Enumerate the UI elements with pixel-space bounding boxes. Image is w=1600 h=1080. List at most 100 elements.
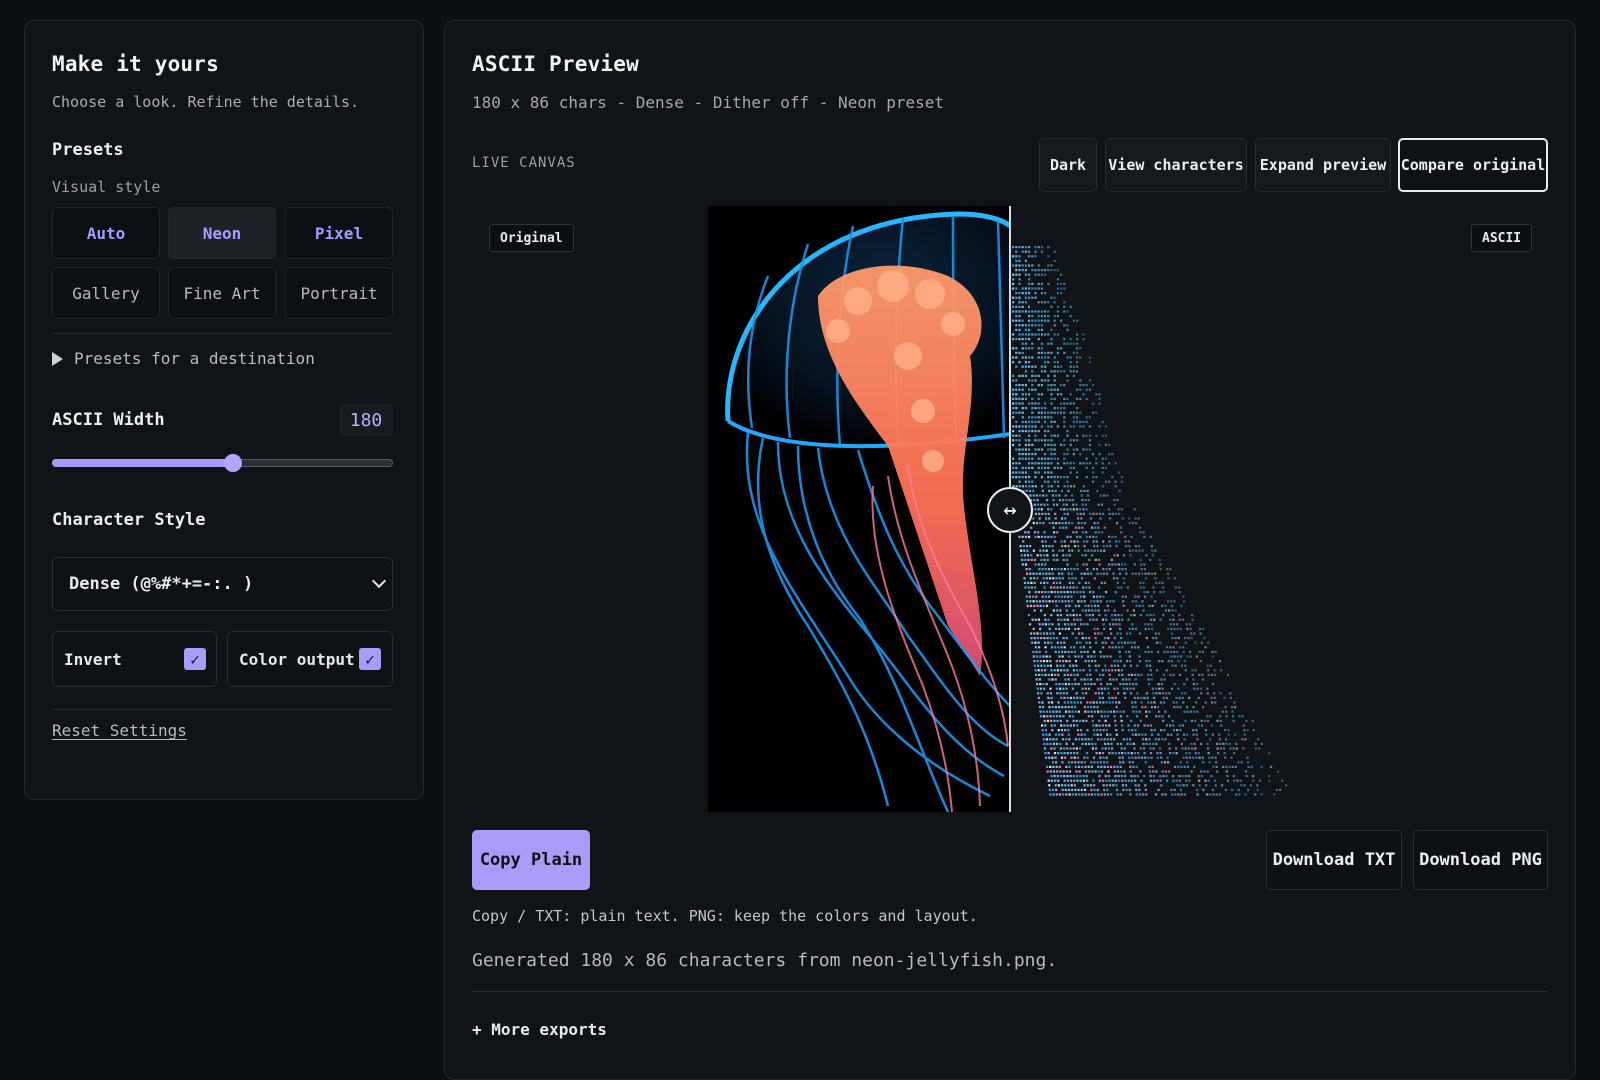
ascii-char xyxy=(1073,591,1076,594)
ascii-char xyxy=(1030,581,1033,584)
ascii-char xyxy=(1039,554,1042,557)
ascii-char xyxy=(1234,733,1237,736)
ascii-char xyxy=(1069,338,1072,341)
ascii-char xyxy=(1029,494,1032,497)
view-characters-button[interactable]: View characters xyxy=(1105,138,1247,192)
ascii-char xyxy=(1082,719,1085,722)
ascii-char xyxy=(1044,273,1047,276)
ascii-char xyxy=(1117,618,1121,621)
ascii-char xyxy=(1067,572,1070,575)
ascii-char xyxy=(1161,770,1164,773)
invert-checkbox[interactable]: ✓ xyxy=(184,648,206,670)
ascii-char xyxy=(1028,591,1031,594)
ascii-char xyxy=(1178,591,1181,594)
preset-gallery-button[interactable]: Gallery xyxy=(52,267,160,319)
more-exports-toggle[interactable]: + More exports xyxy=(472,1020,607,1039)
download-txt-button[interactable]: Download TXT xyxy=(1266,830,1402,890)
ascii-char xyxy=(1081,738,1084,741)
ascii-char xyxy=(1184,719,1187,722)
ascii-char xyxy=(1018,434,1021,437)
ascii-char xyxy=(1120,476,1123,479)
ascii-char xyxy=(1040,379,1043,382)
preset-fine-art-button[interactable]: Fine Art xyxy=(168,267,276,319)
ascii-char xyxy=(1194,641,1197,644)
ascii-char xyxy=(1067,650,1070,653)
ascii-char xyxy=(1074,788,1077,791)
compare-original-button[interactable]: Compare original xyxy=(1398,138,1548,192)
copy-plain-button[interactable]: Copy Plain xyxy=(472,830,590,890)
ascii-char xyxy=(1104,609,1107,612)
compare-preview[interactable]: ↔ xyxy=(708,206,1308,812)
ascii-char xyxy=(1106,600,1109,603)
ascii-char xyxy=(1018,476,1021,479)
compare-slider-handle[interactable]: ↔ xyxy=(987,487,1033,533)
ascii-char xyxy=(1042,494,1045,497)
ascii-char xyxy=(1084,738,1087,741)
ascii-tag: ASCII xyxy=(1471,224,1533,252)
ascii-char xyxy=(1206,687,1209,690)
ascii-char xyxy=(1052,738,1055,741)
preset-neon-button[interactable]: Neon xyxy=(168,207,276,259)
ascii-char xyxy=(1043,687,1046,690)
ascii-char xyxy=(1094,660,1097,663)
ascii-char xyxy=(1037,664,1040,667)
ascii-char xyxy=(1213,692,1216,695)
ascii-char xyxy=(1044,563,1047,566)
color-output-checkbox[interactable]: ✓ xyxy=(359,648,381,670)
ascii-char xyxy=(1087,715,1091,718)
ascii-char xyxy=(1131,733,1134,736)
ascii-char xyxy=(1135,793,1138,796)
destination-presets-toggle[interactable]: Presets for a destination xyxy=(52,346,392,376)
ascii-char xyxy=(1074,793,1078,796)
ascii-char xyxy=(1047,282,1050,285)
ascii-char xyxy=(1085,752,1089,755)
ascii-char xyxy=(1052,577,1055,580)
ascii-char xyxy=(1041,485,1044,488)
ascii-char xyxy=(1134,756,1137,759)
ascii-char xyxy=(1102,623,1105,626)
ascii-char xyxy=(1220,669,1223,672)
ascii-char xyxy=(1047,310,1050,313)
ascii-char xyxy=(1012,301,1015,304)
ascii-char xyxy=(1159,591,1162,594)
ascii-char xyxy=(1096,627,1099,630)
ascii-char xyxy=(1073,485,1076,488)
ascii-char xyxy=(1202,627,1205,630)
ascii-char xyxy=(1088,361,1091,364)
character-style-select[interactable]: Dense (@%#*+=-:. ) xyxy=(52,557,393,611)
reset-settings-link[interactable]: Reset Settings xyxy=(52,721,187,740)
download-png-button[interactable]: Download PNG xyxy=(1413,830,1548,890)
ascii-char xyxy=(1046,660,1049,663)
ascii-char xyxy=(1057,779,1060,782)
ascii-char xyxy=(1065,637,1068,640)
preset-auto-button[interactable]: Auto xyxy=(52,207,160,259)
ascii-char xyxy=(1076,319,1079,322)
dark-mode-button[interactable]: Dark xyxy=(1039,138,1097,192)
preset-pixel-button[interactable]: Pixel xyxy=(285,207,393,259)
ascii-width-slider[interactable] xyxy=(52,453,393,473)
ascii-char xyxy=(1036,632,1039,635)
ascii-char xyxy=(1144,650,1147,653)
color-output-toggle[interactable]: Color output ✓ xyxy=(227,631,393,687)
ascii-char xyxy=(1092,568,1095,571)
ascii-char xyxy=(1024,269,1027,272)
ascii-char xyxy=(1066,747,1069,750)
ascii-char xyxy=(1018,282,1021,285)
ascii-char xyxy=(1109,517,1112,520)
ascii-char xyxy=(1056,315,1059,318)
ascii-char xyxy=(1037,531,1040,534)
ascii-char xyxy=(1021,425,1024,428)
ascii-char xyxy=(1083,650,1086,653)
preset-portrait-button[interactable]: Portrait xyxy=(285,267,393,319)
ascii-char xyxy=(1073,623,1076,626)
ascii-char xyxy=(1093,545,1096,548)
slider-thumb[interactable] xyxy=(224,454,242,472)
ascii-char xyxy=(1144,623,1147,626)
ascii-char xyxy=(1077,545,1080,548)
invert-toggle[interactable]: Invert ✓ xyxy=(52,631,217,687)
ascii-char xyxy=(1183,738,1186,741)
ascii-char xyxy=(1123,554,1126,557)
ascii-char xyxy=(1028,282,1031,285)
expand-preview-button[interactable]: Expand preview xyxy=(1255,138,1391,192)
ascii-char xyxy=(1056,333,1059,336)
